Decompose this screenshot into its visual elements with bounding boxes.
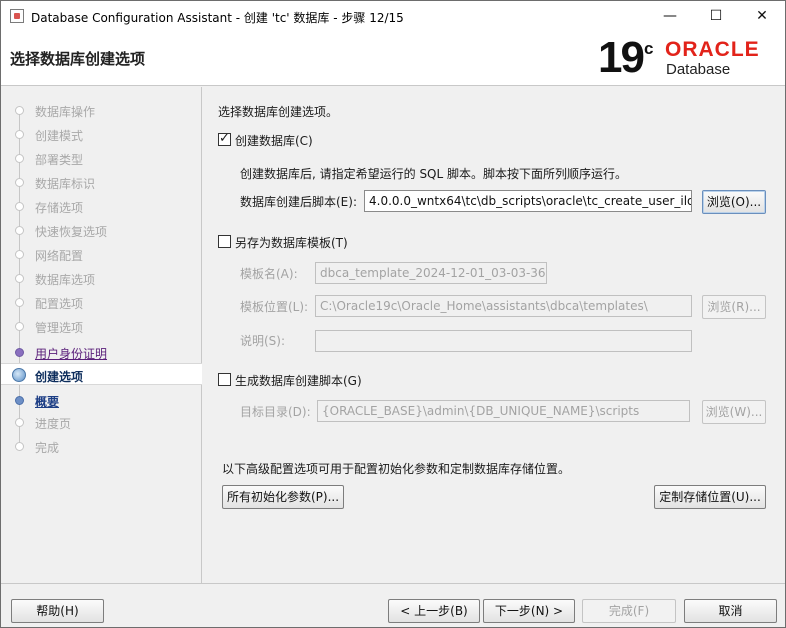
nav-step: 管理选项 <box>1 315 202 337</box>
logo-product: Database <box>666 61 731 78</box>
footer-bar: 帮助(H) < 上一步(B) 下一步(N) > 完成(F) 取消 <box>1 583 785 627</box>
destination-dir-label: 目标目录(D): <box>240 405 311 419</box>
save-template-label[interactable]: 另存为数据库模板(T) <box>235 234 348 251</box>
nav-step-label: 数据库标识 <box>35 177 96 191</box>
next-button[interactable]: 下一步(N) > <box>483 599 575 623</box>
step-marker-icon <box>15 298 24 307</box>
nav-step-label: 快速恢复选项 <box>35 225 108 239</box>
title-bar: Database Configuration Assistant - 创建 't… <box>1 1 785 32</box>
template-description-label: 说明(S): <box>240 334 286 348</box>
nav-step-label: 创建选项 <box>35 370 84 384</box>
nav-step-label: 存储选项 <box>35 201 84 215</box>
logo-brand: ORACLE <box>665 38 760 61</box>
advanced-options-note: 以下高级配置选项可用于配置初始化参数和定制数据库存储位置。 <box>222 462 571 476</box>
nav-step: 配置选项 <box>1 291 202 313</box>
generate-scripts-checkbox[interactable] <box>218 373 231 386</box>
main-panel: 选择数据库创建选项。 创建数据库(C) 创建数据库后, 请指定希望运行的 SQL… <box>203 87 785 583</box>
minimize-button[interactable]: — <box>647 1 693 32</box>
template-description-field[interactable] <box>315 330 692 352</box>
nav-step: 网络配置 <box>1 243 202 265</box>
nav-step-label: 数据库选项 <box>35 273 96 287</box>
dbca-window: Database Configuration Assistant - 创建 't… <box>0 0 786 628</box>
nav-step-label: 配置选项 <box>35 297 84 311</box>
create-database-label[interactable]: 创建数据库(C) <box>235 132 313 149</box>
template-name-label: 模板名(A): <box>240 267 298 281</box>
step-marker-icon <box>15 202 24 211</box>
template-location-label: 模板位置(L): <box>240 300 309 314</box>
template-location-field[interactable]: C:\Oracle19c\Oracle_Home\assistants\dbca… <box>315 295 692 317</box>
destination-dir-field[interactable]: {ORACLE_BASE}\admin\{DB_UNIQUE_NAME}\scr… <box>317 400 690 422</box>
step-navigation: 数据库操作创建模式部署类型数据库标识存储选项快速恢复选项 网络配置数据库选项配置选… <box>1 87 202 583</box>
nav-step[interactable]: 概要 <box>1 389 202 411</box>
step-marker-icon <box>15 274 24 283</box>
nav-step: 数据库操作 <box>1 99 202 121</box>
template-name-field[interactable]: dbca_template_2024-12-01_03-03-36PM <box>315 262 547 284</box>
cancel-button[interactable]: 取消 <box>684 599 777 623</box>
nav-step-label: 用户身份证明 <box>35 347 108 361</box>
step-marker-icon <box>15 442 24 451</box>
nav-step-label: 数据库操作 <box>35 105 96 119</box>
nav-step-label: 完成 <box>35 441 60 455</box>
nav-step[interactable]: 用户身份证明 <box>1 341 202 363</box>
step-marker-icon <box>15 154 24 163</box>
custom-storage-button[interactable]: 定制存储位置(U)... <box>654 485 766 509</box>
nav-step: 完成 <box>1 435 202 457</box>
close-button[interactable]: ✕ <box>739 1 785 32</box>
intro-text: 选择数据库创建选项。 <box>218 105 339 119</box>
nav-step: 数据库标识 <box>1 171 202 193</box>
nav-step: 进度页 <box>1 411 202 433</box>
save-template-checkbox[interactable] <box>218 235 231 248</box>
browse-template-button[interactable]: 浏览(R)... <box>702 295 766 319</box>
step-marker-icon <box>15 322 24 331</box>
nav-step-label: 进度页 <box>35 417 72 431</box>
finish-button[interactable]: 完成(F) <box>582 599 676 623</box>
step-marker-icon <box>15 348 24 357</box>
nav-step: 创建选项 <box>1 363 202 385</box>
nav-step: 创建模式 <box>1 123 202 145</box>
nav-step: 数据库选项 <box>1 267 202 289</box>
create-database-checkbox[interactable] <box>218 131 231 146</box>
all-init-params-button[interactable]: 所有初始化参数(P)... <box>222 485 344 509</box>
window-title: Database Configuration Assistant - 创建 't… <box>31 11 404 25</box>
nav-step-label: 管理选项 <box>35 321 84 335</box>
logo-superscript: c <box>644 39 654 58</box>
post-script-label: 数据库创建后脚本(E): <box>240 195 357 209</box>
post-script-field[interactable]: 4.0.0.0_wntx64\tc\db_scripts\oracle\tc_c… <box>364 190 692 212</box>
nav-step: 存储选项 <box>1 195 202 217</box>
step-marker-icon <box>15 130 24 139</box>
nav-step: 快速恢复选项 <box>1 219 202 241</box>
step-marker-icon <box>15 106 24 115</box>
step-marker-icon <box>15 226 24 235</box>
nav-step: 部署类型 <box>1 147 202 169</box>
post-script-description: 创建数据库后, 请指定希望运行的 SQL 脚本。脚本按下面所列顺序运行。 <box>240 167 628 181</box>
nav-step-label: 创建模式 <box>35 129 84 143</box>
help-button[interactable]: 帮助(H) <box>11 599 104 623</box>
browse-script-button[interactable]: 浏览(O)... <box>702 190 766 214</box>
nav-step-label: 部署类型 <box>35 153 84 167</box>
step-marker-icon <box>15 418 24 427</box>
page-header: 选择数据库创建选项 19 c ORACLE Database <box>1 32 785 86</box>
browse-destination-button[interactable]: 浏览(W)... <box>702 400 766 424</box>
logo-version: 19 <box>598 33 645 82</box>
nav-step-label: 网络配置 <box>35 249 84 263</box>
java-app-icon <box>10 9 24 23</box>
step-marker-icon <box>15 178 24 187</box>
generate-scripts-label[interactable]: 生成数据库创建脚本(G) <box>235 372 362 389</box>
nav-step-label: 概要 <box>35 395 60 409</box>
page-title: 选择数据库创建选项 <box>10 50 146 68</box>
step-marker-icon <box>15 250 24 259</box>
back-button[interactable]: < 上一步(B) <box>388 599 480 623</box>
step-marker-icon <box>12 368 26 382</box>
step-marker-icon <box>15 396 24 405</box>
maximize-button[interactable]: ☐ <box>693 1 739 32</box>
